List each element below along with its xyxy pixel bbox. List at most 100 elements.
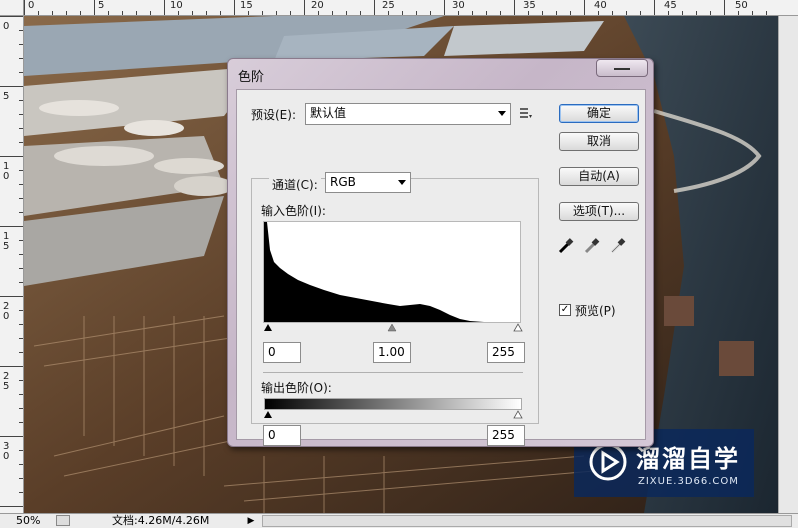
ruler-tick <box>416 11 417 15</box>
ruler-tick <box>710 11 711 15</box>
close-button[interactable] <box>596 59 648 77</box>
ruler-tick <box>19 282 23 283</box>
ruler-tick <box>682 11 683 15</box>
ruler-tick <box>38 11 39 15</box>
ruler-tick <box>66 11 67 15</box>
play-arrow-icon[interactable]: ▶ <box>246 515 256 527</box>
input-white-field[interactable]: 255 <box>487 342 525 363</box>
play-logo-icon <box>589 443 627 481</box>
black-eyedropper-icon[interactable] <box>557 237 575 255</box>
ruler-left[interactable]: 0 5 1 0 1 5 2 0 2 5 3 0 <box>0 16 24 513</box>
preview-checkbox[interactable]: ✓ <box>559 304 571 316</box>
ruler-tick <box>570 11 571 15</box>
ruler-tick <box>654 0 655 15</box>
status-bar: 50% 文档:4.26M/4.26M ▶ <box>0 513 798 528</box>
ruler-tick <box>19 128 23 129</box>
ruler-tick <box>374 0 375 15</box>
ruler-tick <box>0 506 23 507</box>
output-white-field[interactable]: 255 <box>487 425 525 446</box>
ruler-tick <box>19 394 23 395</box>
histogram <box>263 221 521 323</box>
ruler-top-label: 10 <box>170 0 183 11</box>
ruler-tick <box>556 11 557 15</box>
ruler-tick <box>19 310 23 311</box>
output-white-slider[interactable] <box>513 410 523 419</box>
input-slider-track[interactable] <box>261 323 523 333</box>
input-black-field[interactable]: 0 <box>263 342 301 363</box>
dialog-body: 预设(E): 默认值 确定 取消 自动(A) 选项(T)... ✓ 预览(P) … <box>236 89 646 446</box>
ruler-tick <box>262 11 263 15</box>
ruler-tick <box>542 11 543 15</box>
ruler-top-label: 25 <box>382 0 395 11</box>
cancel-button[interactable]: 取消 <box>559 132 639 151</box>
ruler-tick <box>0 296 23 297</box>
ruler-tick <box>19 464 23 465</box>
output-slider-track[interactable] <box>261 410 523 420</box>
document-info: 文档:4.26M/4.26M <box>112 514 210 527</box>
ruler-tick <box>19 100 23 101</box>
ruler-tick <box>668 11 669 15</box>
ruler-tick <box>52 11 53 15</box>
auto-button[interactable]: 自动(A) <box>559 167 639 186</box>
ruler-tick <box>234 0 235 15</box>
ruler-tick <box>19 142 23 143</box>
ruler-tick <box>248 11 249 15</box>
preset-dropdown[interactable]: 默认值 <box>305 103 511 125</box>
ruler-tick <box>444 0 445 15</box>
ruler-tick <box>584 0 585 15</box>
options-button[interactable]: 选项(T)... <box>559 202 639 221</box>
ruler-tick <box>402 11 403 15</box>
ruler-tick <box>500 11 501 15</box>
ruler-top-label: 35 <box>523 0 536 11</box>
white-eyedropper-icon[interactable] <box>609 237 627 255</box>
ruler-tick <box>0 226 23 227</box>
ruler-tick <box>626 11 627 15</box>
ruler-tick <box>19 212 23 213</box>
ruler-top-label: 15 <box>240 0 253 11</box>
ruler-tick <box>80 11 81 15</box>
output-black-field[interactable]: 0 <box>263 425 301 446</box>
ruler-top-label: 0 <box>28 0 35 11</box>
channel-dropdown[interactable]: RGB <box>325 172 411 193</box>
ruler-tick <box>0 86 23 87</box>
ruler-tick <box>0 366 23 367</box>
ruler-tick <box>19 324 23 325</box>
input-levels-label: 输入色阶(I): <box>261 204 326 218</box>
horizontal-scrollbar[interactable] <box>262 515 792 527</box>
output-black-slider[interactable] <box>264 411 272 418</box>
gray-eyedropper-icon[interactable] <box>583 237 601 255</box>
ruler-tick <box>528 11 529 15</box>
black-point-slider[interactable] <box>264 324 272 331</box>
ruler-tick <box>150 11 151 15</box>
status-menu-button[interactable] <box>56 515 70 526</box>
ruler-tick <box>486 11 487 15</box>
ruler-origin[interactable] <box>0 0 24 16</box>
input-gamma-field[interactable]: 1.00 <box>373 342 411 363</box>
ruler-tick <box>290 11 291 15</box>
levels-dialog: 色阶 预设(E): 默认值 确定 取消 自动(A) 选项(T)... ✓ 预览(… <box>227 58 654 447</box>
ruler-tick <box>94 0 95 15</box>
ruler-top-label: 40 <box>594 0 607 11</box>
ruler-tick <box>19 240 23 241</box>
zoom-level[interactable]: 50% <box>0 514 50 528</box>
ruler-top-label: 50 <box>735 0 748 11</box>
ruler-tick <box>332 11 333 15</box>
ruler-tick <box>640 11 641 15</box>
gamma-slider[interactable] <box>387 323 397 332</box>
ruler-top[interactable]: 0 5 10 15 20 25 30 35 40 45 50 <box>0 0 798 16</box>
white-point-slider[interactable] <box>513 323 523 332</box>
checkmark-icon: ✓ <box>560 304 570 315</box>
separator <box>263 372 523 373</box>
ruler-tick <box>19 408 23 409</box>
ruler-tick <box>206 11 207 15</box>
ruler-tick <box>19 170 23 171</box>
preset-menu-icon[interactable] <box>519 106 533 120</box>
preset-label: 预设(E): <box>251 108 296 122</box>
vertical-scrollbar[interactable] <box>778 16 798 513</box>
ruler-tick <box>19 268 23 269</box>
ok-button[interactable]: 确定 <box>559 104 639 123</box>
ruler-tick <box>458 11 459 15</box>
ruler-top-label: 30 <box>452 0 465 11</box>
ruler-tick <box>19 44 23 45</box>
preview-label: 预览(P) <box>575 304 616 318</box>
